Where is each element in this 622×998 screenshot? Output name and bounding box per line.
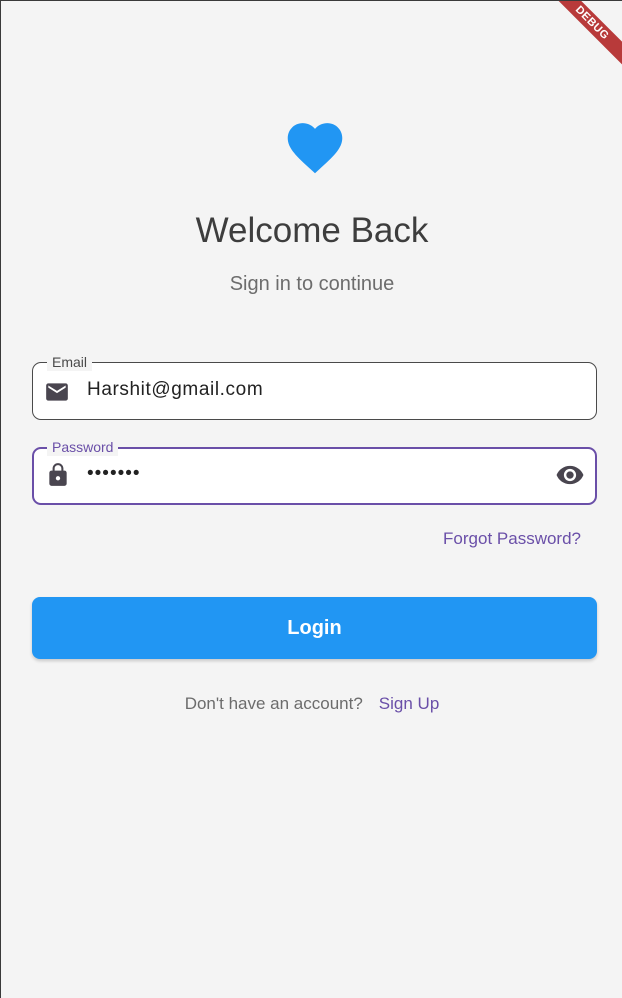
email-input[interactable]: Harshit@gmail.com [87,379,263,401]
heart-icon [287,123,343,174]
app-screen: DEBUG Welcome Back Sign in to continue E… [0,0,622,998]
email-label: Email [47,353,93,371]
forgot-password-link[interactable]: Forgot Password? [443,529,581,549]
password-field[interactable]: Password ••••••• [32,438,597,505]
password-input[interactable]: ••••••• [87,463,141,485]
debug-banner: DEBUG [543,1,622,72]
signup-link[interactable]: Sign Up [379,694,439,713]
page-title: Welcome Back [195,211,429,250]
login-button[interactable]: Login [32,597,597,659]
email-icon [46,383,68,401]
lock-icon [49,463,67,486]
signup-prompt: Don't have an account? [184,694,363,713]
password-label: Password [47,438,119,456]
email-field[interactable]: Email Harshit@gmail.com [32,353,597,420]
signup-row: Don't have an account? Sign Up [1,694,622,714]
eye-icon[interactable] [555,464,585,486]
page-subtitle: Sign in to continue [229,273,395,295]
